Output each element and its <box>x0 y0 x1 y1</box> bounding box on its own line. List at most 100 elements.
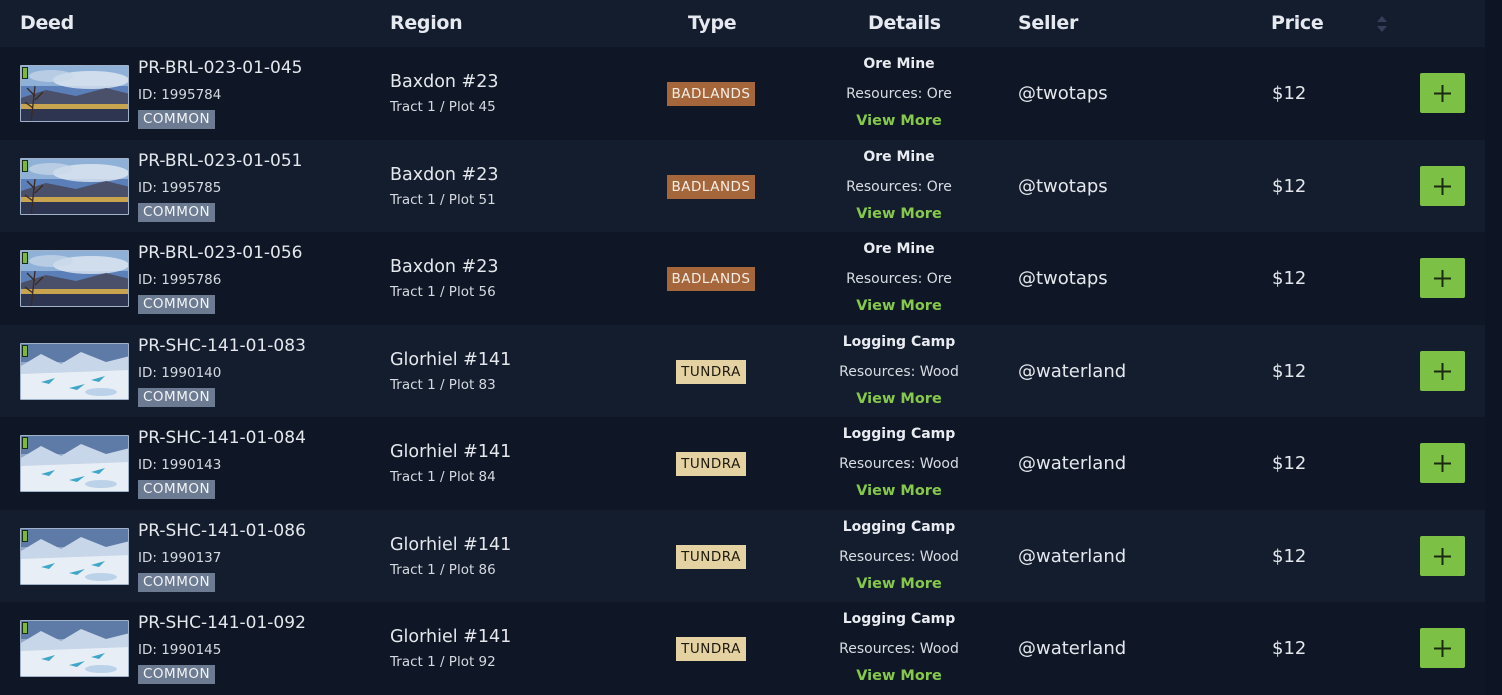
deed-id: ID: 1990145 <box>138 642 222 658</box>
land-type-badge: TUNDRA <box>676 637 746 661</box>
resources-text: Resources: Wood <box>839 641 959 657</box>
deed-name[interactable]: PR-SHC-141-01-083 <box>138 336 306 356</box>
tract-plot: Tract 1 / Plot 51 <box>390 191 496 208</box>
add-to-cart-button[interactable] <box>1420 443 1465 483</box>
seller-name[interactable]: @twotaps <box>1018 268 1108 289</box>
deed-thumbnail[interactable] <box>20 342 129 400</box>
plus-icon <box>1434 547 1451 565</box>
table-row: PR-SHC-141-01-086 ID: 1990137 COMMON Glo… <box>0 509 1485 602</box>
land-type-badge: BADLANDS <box>667 82 755 106</box>
rarity-badge: COMMON <box>138 665 216 684</box>
table-row: PR-SHC-141-01-084 ID: 1990143 COMMON Glo… <box>0 417 1485 510</box>
plus-icon <box>1434 455 1451 472</box>
deed-id: ID: 1995785 <box>138 179 222 196</box>
rarity-badge: COMMON <box>138 110 216 129</box>
tract-plot: Tract 1 / Plot 92 <box>390 654 496 670</box>
land-type-badge: TUNDRA <box>676 359 746 384</box>
view-more-link[interactable]: View More <box>800 576 998 592</box>
region-name: Baxdon #23 <box>390 164 499 185</box>
seller-name[interactable]: @twotaps <box>1018 176 1108 197</box>
deed-thumbnail[interactable] <box>20 527 129 585</box>
table-row: PR-SHC-141-01-083 ID: 1990140 COMMON Glo… <box>0 324 1485 417</box>
plus-icon <box>1434 270 1451 287</box>
add-to-cart-button[interactable] <box>1420 165 1465 206</box>
seller-name[interactable]: @waterland <box>1018 453 1126 474</box>
deed-name[interactable]: PR-BRL-023-01-045 <box>138 58 302 78</box>
tract-plot: Tract 1 / Plot 83 <box>390 376 496 393</box>
price-value: $12 <box>1272 175 1307 197</box>
table-body: PR-BRL-023-01-045 ID: 1995784 COMMON Bax… <box>0 47 1485 695</box>
deed-name[interactable]: PR-SHC-141-01-092 <box>138 613 306 633</box>
plus-icon <box>1434 85 1451 102</box>
add-to-cart-button[interactable] <box>1420 350 1465 391</box>
region-name: Baxdon #23 <box>390 72 499 92</box>
rarity-badge: COMMON <box>138 387 216 407</box>
deed-id: ID: 1990137 <box>138 549 222 566</box>
view-more-link[interactable]: View More <box>800 298 998 314</box>
seller-name[interactable]: @twotaps <box>1018 83 1108 104</box>
deed-name[interactable]: PR-SHC-141-01-086 <box>138 521 306 541</box>
deed-name[interactable]: PR-SHC-141-01-084 <box>138 428 306 448</box>
add-to-cart-button[interactable] <box>1420 73 1465 113</box>
column-header-price[interactable]: Price <box>1271 12 1324 34</box>
land-type-badge: BADLANDS <box>667 174 755 199</box>
worksite-name: Logging Camp <box>842 518 956 535</box>
deed-id: ID: 1995784 <box>138 87 222 103</box>
column-header-region[interactable]: Region <box>390 12 463 34</box>
table-header: Deed Region Type Details Seller Price <box>0 0 1485 47</box>
resources-text: Resources: Wood <box>839 456 959 472</box>
tract-plot: Tract 1 / Plot 86 <box>390 561 496 578</box>
deed-thumbnail[interactable] <box>20 250 129 307</box>
seller-name[interactable]: @waterland <box>1018 546 1126 567</box>
price-value: $12 <box>1272 83 1307 104</box>
rarity-badge: COMMON <box>138 295 216 314</box>
deed-name[interactable]: PR-BRL-023-01-051 <box>138 151 302 171</box>
view-more-link[interactable]: View More <box>800 391 998 407</box>
deed-thumbnail[interactable] <box>20 157 129 215</box>
column-header-details[interactable]: Details <box>868 12 941 34</box>
rarity-badge: COMMON <box>138 480 216 499</box>
worksite-name: Logging Camp <box>842 611 956 627</box>
card-edition-icon <box>22 67 28 79</box>
deed-thumbnail[interactable] <box>20 65 129 122</box>
add-to-cart-button[interactable] <box>1420 258 1465 298</box>
price-value: $12 <box>1272 360 1307 382</box>
deed-thumbnail[interactable] <box>20 435 129 492</box>
deed-id: ID: 1995786 <box>138 272 222 288</box>
resources-text: Resources: Ore <box>846 86 952 102</box>
column-header-seller[interactable]: Seller <box>1018 12 1078 34</box>
view-more-link[interactable]: View More <box>800 668 998 684</box>
view-more-link[interactable]: View More <box>800 206 998 222</box>
column-header-type[interactable]: Type <box>688 12 737 34</box>
resources-text: Resources: Ore <box>846 271 952 287</box>
rarity-badge: COMMON <box>138 202 216 222</box>
worksite-name: Ore Mine <box>863 148 935 165</box>
page-gutter <box>1485 0 1502 693</box>
land-type-badge: BADLANDS <box>667 267 755 291</box>
seller-name[interactable]: @waterland <box>1018 638 1126 659</box>
card-edition-icon <box>22 622 28 634</box>
table-row: PR-BRL-023-01-051 ID: 1995785 COMMON Bax… <box>0 139 1485 232</box>
worksite-name: Logging Camp <box>842 426 956 442</box>
land-type-badge: TUNDRA <box>676 452 746 476</box>
sort-icon[interactable] <box>1376 14 1388 34</box>
column-header-deed[interactable]: Deed <box>20 12 74 34</box>
region-name: Baxdon #23 <box>390 257 499 277</box>
table-row: PR-SHC-141-01-092 ID: 1990145 COMMON Glo… <box>0 602 1485 695</box>
view-more-link[interactable]: View More <box>800 113 998 129</box>
card-edition-icon <box>22 159 28 172</box>
deed-thumbnail[interactable] <box>20 620 129 677</box>
plus-icon <box>1434 177 1451 195</box>
view-more-link[interactable]: View More <box>800 483 998 499</box>
worksite-name: Ore Mine <box>863 56 935 72</box>
deed-name[interactable]: PR-BRL-023-01-056 <box>138 243 302 263</box>
tract-plot: Tract 1 / Plot 84 <box>390 469 496 485</box>
add-to-cart-button[interactable] <box>1420 535 1465 576</box>
land-type-badge: TUNDRA <box>676 544 746 569</box>
deed-id: ID: 1990143 <box>138 457 222 473</box>
seller-name[interactable]: @waterland <box>1018 361 1126 382</box>
table-row: PR-BRL-023-01-045 ID: 1995784 COMMON Bax… <box>0 47 1485 140</box>
add-to-cart-button[interactable] <box>1420 628 1465 668</box>
tract-plot: Tract 1 / Plot 45 <box>390 99 496 115</box>
card-edition-icon <box>22 529 28 542</box>
